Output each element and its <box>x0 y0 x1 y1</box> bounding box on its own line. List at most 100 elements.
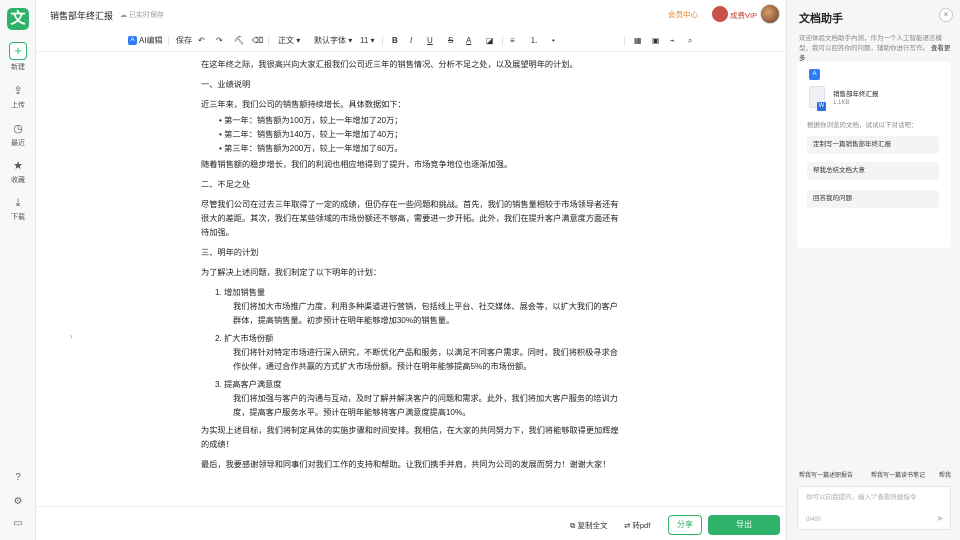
doc-title[interactable]: 销售部年终汇报 <box>50 9 113 22</box>
to-pdf-label: 转pdf <box>632 521 651 530</box>
highlight-icon[interactable]: ◪ <box>486 35 494 47</box>
suggestion-hint: 根据你浏览的文档，试试以下对话吧： <box>807 122 918 129</box>
vip-avatar[interactable] <box>712 6 728 22</box>
chat-input-box: 0/400 ➤ <box>797 486 951 530</box>
section-heading: 三、明年的计划 <box>201 248 259 257</box>
save-button[interactable]: 保存 <box>176 35 192 47</box>
format-painter-icon[interactable]: ⛏ <box>234 35 244 47</box>
undo-icon[interactable]: ↶ <box>198 35 205 47</box>
strikethrough-button[interactable]: S <box>448 35 453 47</box>
doc-paragraph: 尽管我们公司在过去三年取得了一定的成绩，但仍存在一些问题和挑战。首先，我们的销售… <box>201 200 619 237</box>
upload-icon: ⇪ <box>13 85 23 97</box>
bottom-bar: ⧉ 复制全文 ⇄ 转pdf 分享 导出 <box>36 506 786 540</box>
plan-title: 1. 增加销售量 <box>215 288 266 297</box>
save-status: ☁ 已实时保存 <box>120 10 164 20</box>
file-name[interactable]: 销售部年终汇报 <box>833 88 879 98</box>
left-rail: 文 + 新建 ⇪ 上传 ◷ 最近 ★ 收藏 ⤓ 下载 ? ⚙ ▭ <box>0 0 36 540</box>
panel-title: 文档助手 <box>799 13 843 25</box>
list-item: • 第一年：销售额为100万，较上一年增加了20万； <box>219 116 403 125</box>
close-icon[interactable]: × <box>939 8 953 22</box>
suggestion-chip[interactable]: 帮我总结文档大意 <box>807 162 939 180</box>
rail-upload[interactable]: ⇪ 上传 <box>0 84 36 110</box>
doc-paragraph: 近三年来，我们公司的销售额持续增长。具体数据如下： <box>201 100 406 109</box>
toolbar-divider <box>502 36 503 46</box>
list-item: • 第三年：销售额为200万，较上一年增加了60万。 <box>219 144 403 153</box>
underline-button[interactable]: U <box>427 35 433 47</box>
suggestion-chip[interactable]: 定制写一篇销售部年终汇报 <box>807 136 939 154</box>
font-size-select[interactable]: 11 ▾ <box>360 35 375 47</box>
document-body[interactable]: 在这年终之际，我很高兴向大家汇报我们公司近三年的销售情况、分析不足之处，以及展望… <box>201 58 621 478</box>
document-editor[interactable]: › 在这年终之际，我很高兴向大家汇报我们公司近三年的销售情况、分析不足之处，以及… <box>36 52 786 506</box>
toolbar-divider <box>382 36 383 46</box>
format-toolbar: A AI编辑 保存 ↶ ↷ ⛏ ⌫ 正文 ▾ 默认字体 ▾ 11 ▾ B I U … <box>36 30 786 52</box>
ordered-list-icon[interactable]: ⒈ <box>530 35 538 47</box>
ai-edit-label: AI编辑 <box>139 36 163 45</box>
suggestion-chip[interactable]: 回答我的问题 <box>807 190 939 208</box>
save-status-text: 已实时保存 <box>128 12 164 19</box>
italic-button[interactable]: I <box>410 35 412 47</box>
search-icon[interactable]: ⌕ <box>688 35 692 47</box>
assistant-card: A W 销售部年终汇报 1.1KB 根据你浏览的文档，试试以下对话吧： 定制写一… <box>797 62 951 248</box>
screen-icon[interactable]: ▭ <box>0 518 36 529</box>
app-logo[interactable]: 文 <box>7 8 29 30</box>
font-family-value: 默认字体 <box>314 36 346 45</box>
redo-icon[interactable]: ↷ <box>216 35 223 47</box>
doc-intro: 在这年终之际，我很高兴向大家汇报我们公司近三年的销售情况、分析不足之处，以及展望… <box>201 60 578 69</box>
help-icon[interactable]: ? <box>0 472 36 483</box>
to-pdf-button[interactable]: ⇄ 转pdf <box>624 520 650 531</box>
image-icon[interactable]: ▣ <box>652 35 660 47</box>
chevron-down-icon: ▾ <box>370 36 375 45</box>
chevron-down-icon: ▾ <box>348 36 353 45</box>
plan-title: 2. 扩大市场份额 <box>215 334 274 343</box>
top-bar: 销售部年终汇报 ☁ 已实时保存 会员中心 成费VIP <box>36 0 786 30</box>
rail-download[interactable]: ⤓ 下载 <box>0 196 36 222</box>
font-family-select[interactable]: 默认字体 ▾ <box>314 35 352 47</box>
vip-label[interactable]: 成费VIP <box>730 10 757 21</box>
ai-edit-button[interactable]: A AI编辑 <box>128 35 163 47</box>
quick-action-chip[interactable]: 帮我写一篇述职报告 <box>799 470 853 482</box>
paragraph-style-select[interactable]: 正文 ▾ <box>278 35 300 47</box>
panel-intro: 欢迎体验文档助手內测，作为一个人工智能语言模型，我可以回答你的问题，辅助你进行写… <box>799 34 951 64</box>
table-icon[interactable]: ▦ <box>634 35 642 47</box>
toolbar-divider <box>624 36 625 46</box>
bold-button[interactable]: B <box>392 35 398 47</box>
word-file-badge: W <box>817 102 826 111</box>
cloud-icon: ☁ <box>120 12 129 19</box>
rail-new-label: 新建 <box>11 64 25 71</box>
section-heading: 二、不足之处 <box>201 180 251 189</box>
quick-action-chip[interactable]: 帮我写一篇读书笔记 <box>871 470 925 482</box>
copy-all-button[interactable]: ⧉ 复制全文 <box>570 520 607 531</box>
rail-favorites[interactable]: ★ 收藏 <box>0 159 36 185</box>
chevron-right-icon[interactable]: › <box>70 332 73 341</box>
doc-paragraph: 最后，我要感谢领导和同事们对我们工作的支持和帮助。让我们携手并肩，共同为公司的发… <box>201 460 611 469</box>
quick-action-chip[interactable]: 帮我 <box>939 470 951 482</box>
font-size-value: 11 <box>360 36 369 45</box>
star-icon: ★ <box>13 160 23 172</box>
section-heading: 一、业绩说明 <box>201 80 251 89</box>
paragraph-style-value: 正文 <box>278 36 294 45</box>
send-icon[interactable]: ➤ <box>934 513 946 525</box>
clock-icon: ◷ <box>13 123 23 135</box>
member-center-link[interactable]: 会员中心 <box>668 9 698 20</box>
doc-paragraph: 为了解决上述问题，我们制定了以下明年的计划： <box>201 268 382 277</box>
rail-upload-label: 上传 <box>11 102 25 109</box>
settings-icon[interactable]: ⚙ <box>0 496 36 507</box>
rail-recent[interactable]: ◷ 最近 <box>0 122 36 148</box>
align-icon[interactable]: ≡ <box>510 35 515 47</box>
download-icon: ⤓ <box>15 197 21 209</box>
toolbar-divider <box>268 36 269 46</box>
share-button[interactable]: 分享 <box>668 515 702 535</box>
link-icon[interactable]: ⌁ <box>670 35 675 47</box>
rail-new[interactable]: + 新建 <box>0 42 36 72</box>
user-avatar[interactable] <box>760 4 780 24</box>
text-color-button[interactable]: A <box>466 35 471 47</box>
rail-download-label: 下载 <box>11 214 25 221</box>
list-item: • 第二年：销售额为140万，较上一年增加了40万； <box>219 130 403 139</box>
unordered-list-icon[interactable]: • <box>552 35 555 47</box>
export-button[interactable]: 导出 <box>708 515 780 535</box>
clear-format-icon[interactable]: ⌫ <box>252 35 263 47</box>
chat-input[interactable] <box>806 491 932 509</box>
ai-logo-icon: A <box>128 36 137 46</box>
plan-body: 我们将加大市场推广力度，利用多种渠道进行营销，包括线上平台、社交媒体、展会等，以… <box>233 302 618 325</box>
doc-paragraph: 为实现上述目标，我们将制定具体的实施步骤和时间安排。我相信，在大家的共同努力下，… <box>201 426 619 449</box>
